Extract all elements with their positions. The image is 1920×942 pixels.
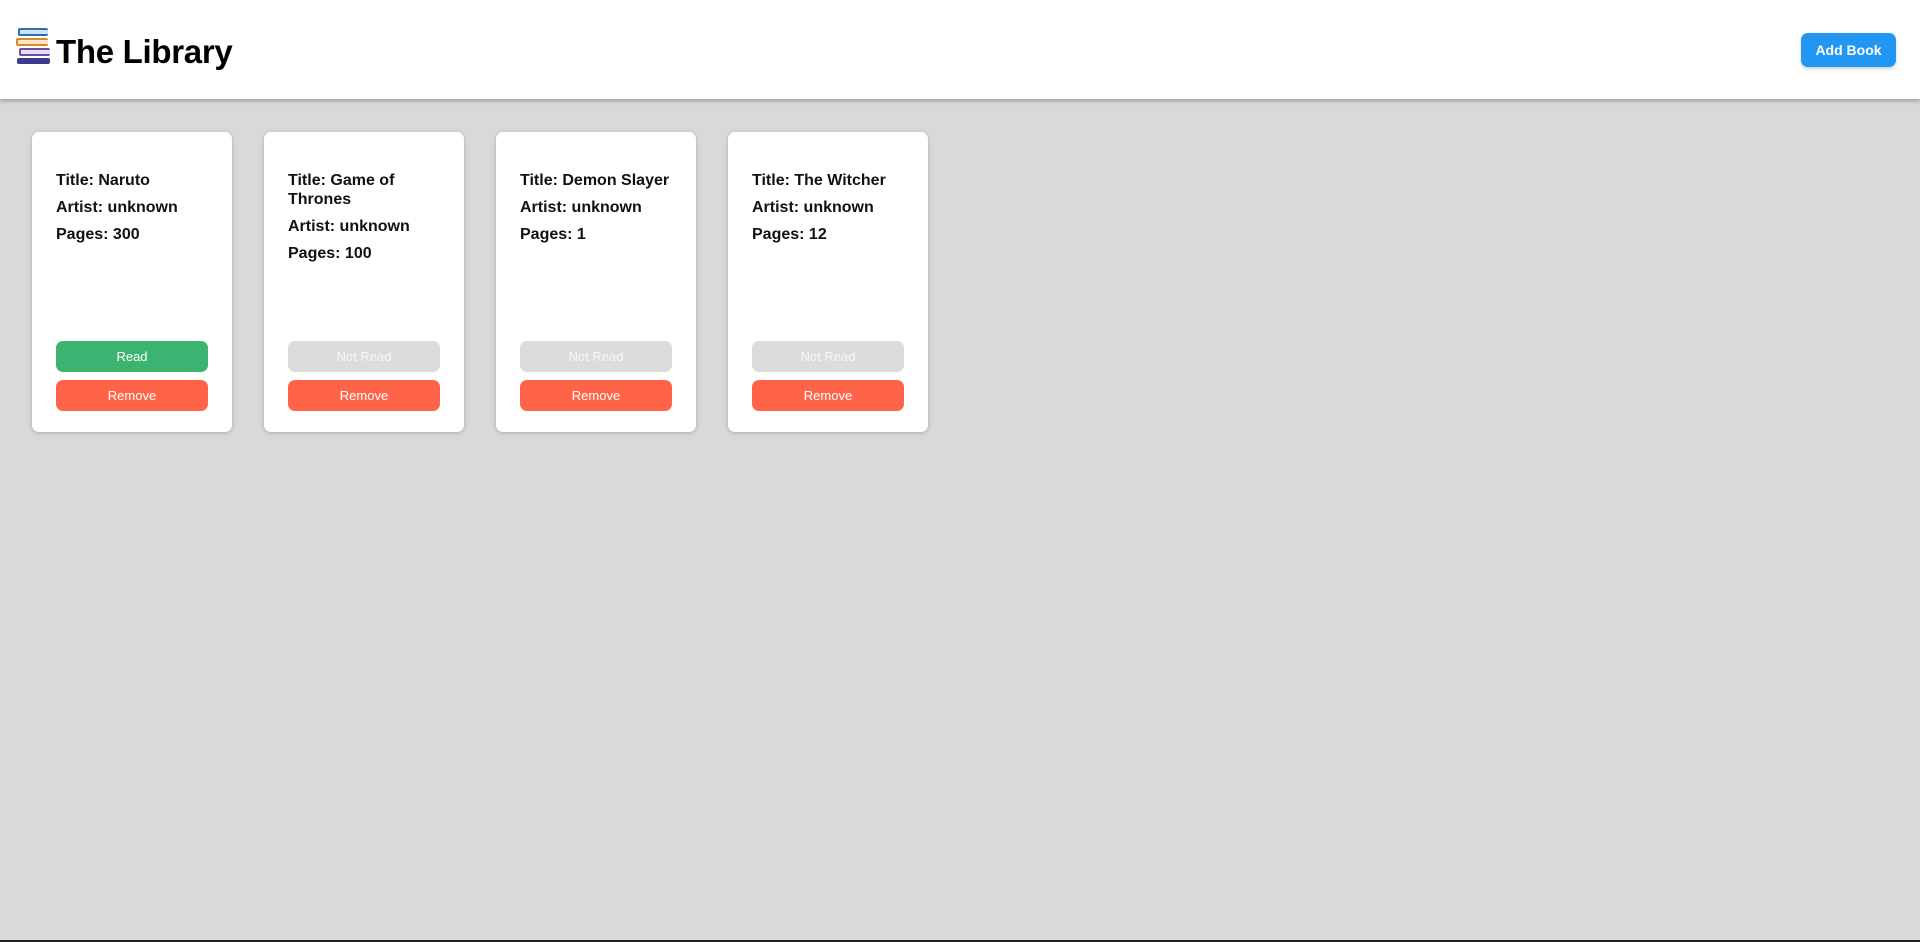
book-card: Title: The Witcher Artist: unknown Pages… <box>728 132 928 432</box>
remove-button[interactable]: Remove <box>56 380 208 411</box>
page-title: The Library <box>56 33 233 70</box>
book-info: Title: Demon Slayer Artist: unknown Page… <box>520 171 680 252</box>
book-info: Title: The Witcher Artist: unknown Pages… <box>752 171 912 252</box>
book-title: Title: Demon Slayer <box>520 172 670 189</box>
add-book-button[interactable]: Add Book <box>1801 33 1896 67</box>
book-card: Title: Game of Thrones Artist: unknown P… <box>264 132 464 432</box>
app-header: The Library Add Book <box>0 0 1920 99</box>
book-artist: Artist: unknown <box>752 199 874 216</box>
book-info: Title: Naruto Artist: unknown Pages: 300 <box>56 171 216 252</box>
read-status-button[interactable]: Not Read <box>520 341 672 372</box>
book-card: Title: Demon Slayer Artist: unknown Page… <box>496 132 696 432</box>
read-status-button[interactable]: Not Read <box>288 341 440 372</box>
remove-button[interactable]: Remove <box>520 380 672 411</box>
book-title: Title: Game of Thrones <box>288 172 395 208</box>
book-pages: Pages: 100 <box>288 245 372 262</box>
read-status-button[interactable]: Not Read <box>752 341 904 372</box>
read-status-button[interactable]: Read <box>56 341 208 372</box>
book-pages: Pages: 12 <box>752 226 827 243</box>
books-icon <box>16 28 50 64</box>
remove-button[interactable]: Remove <box>288 380 440 411</box>
book-pages: Pages: 1 <box>520 226 586 243</box>
book-artist: Artist: unknown <box>56 199 178 216</box>
book-artist: Artist: unknown <box>288 218 410 235</box>
book-pages: Pages: 300 <box>56 226 140 243</box>
book-card: Title: Naruto Artist: unknown Pages: 300… <box>32 132 232 432</box>
book-title: Title: The Witcher <box>752 172 886 189</box>
book-info: Title: Game of Thrones Artist: unknown P… <box>288 171 448 271</box>
book-artist: Artist: unknown <box>520 199 642 216</box>
remove-button[interactable]: Remove <box>752 380 904 411</box>
book-title: Title: Naruto <box>56 172 150 189</box>
